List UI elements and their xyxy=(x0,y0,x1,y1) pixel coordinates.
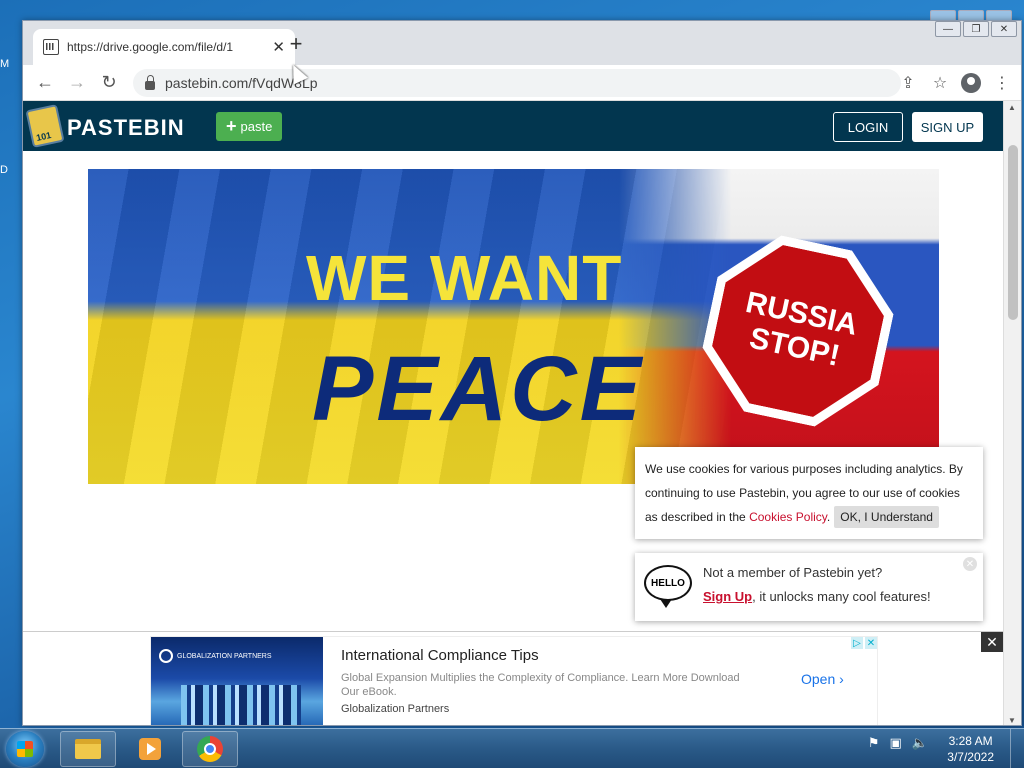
ad-advertiser: Globalization Partners xyxy=(341,703,450,715)
profile-avatar-icon[interactable] xyxy=(961,73,981,93)
page-favicon-icon xyxy=(43,39,59,55)
hello-speech-bubble-icon: HELLO xyxy=(644,565,692,608)
action-center-flag-icon[interactable]: ⚑ xyxy=(868,735,880,751)
plus-icon: + xyxy=(226,116,237,136)
desktop-label-fragment: M xyxy=(0,58,10,70)
pastebin-logo-icon[interactable] xyxy=(25,104,65,148)
member-prompt-rest: , it unlocks many cool features! xyxy=(752,589,931,604)
brand-circle-icon xyxy=(159,649,173,663)
pastebin-header: PASTEBIN + paste LOGIN SIGN UP xyxy=(23,101,1003,151)
paste-label: paste xyxy=(240,119,273,134)
ad-description: Global Expansion Multiplies the Complexi… xyxy=(341,672,740,698)
restore-button[interactable]: ❐ xyxy=(963,21,989,37)
cookie-notice: We use cookies for various purposes incl… xyxy=(635,447,983,539)
show-desktop-button[interactable] xyxy=(1010,729,1024,768)
ad-open-label: Open xyxy=(801,671,836,687)
windows-taskbar: ⚑ ▣ 🔈 3:28 AM 3/7/2022 xyxy=(0,728,1024,768)
desktop-label-fragment: D xyxy=(0,164,8,176)
ad-dismiss-icon[interactable]: ✕ xyxy=(865,637,877,649)
close-button[interactable]: ✕ xyxy=(991,21,1017,37)
page-scrollbar[interactable]: ▲ ▼ xyxy=(1003,101,1021,725)
banner-line-2: PEACE xyxy=(312,338,644,440)
taskbar-media-player[interactable] xyxy=(122,731,178,767)
network-icon[interactable]: ▣ xyxy=(890,735,902,751)
lock-icon[interactable] xyxy=(145,74,155,90)
address-bar[interactable]: pastebin.com/fVqdW8Lp xyxy=(133,69,901,97)
scroll-up-arrow-icon[interactable]: ▲ xyxy=(1008,103,1016,112)
toolbar-actions: ⇪ ☆ ⋮ xyxy=(897,69,1013,97)
system-clock[interactable]: 3:28 AM 3/7/2022 xyxy=(947,733,994,765)
reload-icon[interactable]: ↻ xyxy=(93,67,125,99)
taskbar-file-explorer[interactable] xyxy=(60,731,116,767)
back-arrow-icon[interactable]: ← xyxy=(29,67,61,99)
member-prompt-title: Not a member of Pastebin yet? xyxy=(703,565,883,580)
bookmark-star-icon[interactable]: ☆ xyxy=(929,69,951,97)
browser-tab[interactable]: https://drive.google.com/file/d/1 ✕ xyxy=(33,29,295,65)
clock-time: 3:28 AM xyxy=(948,734,993,748)
folder-icon xyxy=(75,739,101,759)
menu-kebab-icon[interactable]: ⋮ xyxy=(991,69,1013,97)
new-paste-button[interactable]: + paste xyxy=(216,112,283,141)
banner-line-1: WE WANT xyxy=(306,242,623,314)
signup-button[interactable]: SIGN UP xyxy=(912,112,983,142)
share-icon[interactable]: ⇪ xyxy=(897,69,919,97)
ad-open-button[interactable]: Open › xyxy=(801,671,844,687)
adchoices-badge[interactable]: ▷ ✕ xyxy=(851,637,877,649)
minimize-button[interactable]: — xyxy=(935,21,961,37)
ad-brand-name: GLOBALIZATION PARTNERS xyxy=(177,652,272,660)
cookies-policy-link[interactable]: Cookies Policy xyxy=(749,510,827,524)
member-prompt-close-icon[interactable]: ✕ xyxy=(963,557,977,571)
page-viewport: PASTEBIN + paste LOGIN SIGN UP WE WANT P… xyxy=(23,101,1005,725)
tab-strip: https://drive.google.com/file/d/1 ✕ + — … xyxy=(23,21,1021,65)
member-signup-link[interactable]: Sign Up xyxy=(703,589,752,604)
adchoices-icon[interactable]: ▷ xyxy=(851,637,863,649)
member-prompt: HELLO Not a member of Pastebin yet? Sign… xyxy=(635,553,983,621)
ad-image[interactable]: GLOBALIZATION PARTNERS xyxy=(151,637,323,725)
taskbar-chrome[interactable] xyxy=(182,731,238,767)
cookie-accept-button[interactable]: OK, I Understand xyxy=(834,506,939,528)
ad-bar-close-button[interactable]: ✕ xyxy=(981,632,1003,652)
ad-unit[interactable]: GLOBALIZATION PARTNERS International Com… xyxy=(150,636,878,725)
ad-title[interactable]: International Compliance Tips xyxy=(341,647,539,664)
browser-toolbar: ← → ↻ pastebin.com/fVqdW8Lp ⇪ ☆ ⋮ xyxy=(23,65,1021,101)
start-button-icon[interactable] xyxy=(6,731,44,767)
scroll-down-arrow-icon[interactable]: ▼ xyxy=(1008,716,1016,725)
browser-window: https://drive.google.com/file/d/1 ✕ + — … xyxy=(22,20,1022,726)
clock-date: 3/7/2022 xyxy=(947,750,994,764)
system-tray: ⚑ ▣ 🔈 xyxy=(868,735,928,751)
volume-icon[interactable]: 🔈 xyxy=(912,735,928,751)
pastebin-logo-text[interactable]: PASTEBIN xyxy=(67,115,185,141)
chrome-icon xyxy=(197,736,223,762)
peace-banner: WE WANT PEACE RUSSIA STOP! xyxy=(88,169,939,484)
tab-title: https://drive.google.com/file/d/1 xyxy=(67,40,234,54)
login-button[interactable]: LOGIN xyxy=(833,112,903,142)
ad-brand-logo: GLOBALIZATION PARTNERS xyxy=(159,649,272,663)
sticky-ad-bar: GLOBALIZATION PARTNERS International Com… xyxy=(23,631,1003,725)
media-player-icon xyxy=(139,738,161,760)
member-prompt-body: Sign Up, it unlocks many cool features! xyxy=(703,589,931,604)
new-tab-button[interactable]: + xyxy=(285,33,307,55)
tab-close-icon[interactable]: ✕ xyxy=(272,38,285,56)
window-controls: — ❐ ✕ xyxy=(935,21,1017,37)
scrollbar-thumb[interactable] xyxy=(1008,145,1018,320)
chevron-right-icon: › xyxy=(839,671,844,687)
forward-arrow-icon[interactable]: → xyxy=(61,67,93,99)
